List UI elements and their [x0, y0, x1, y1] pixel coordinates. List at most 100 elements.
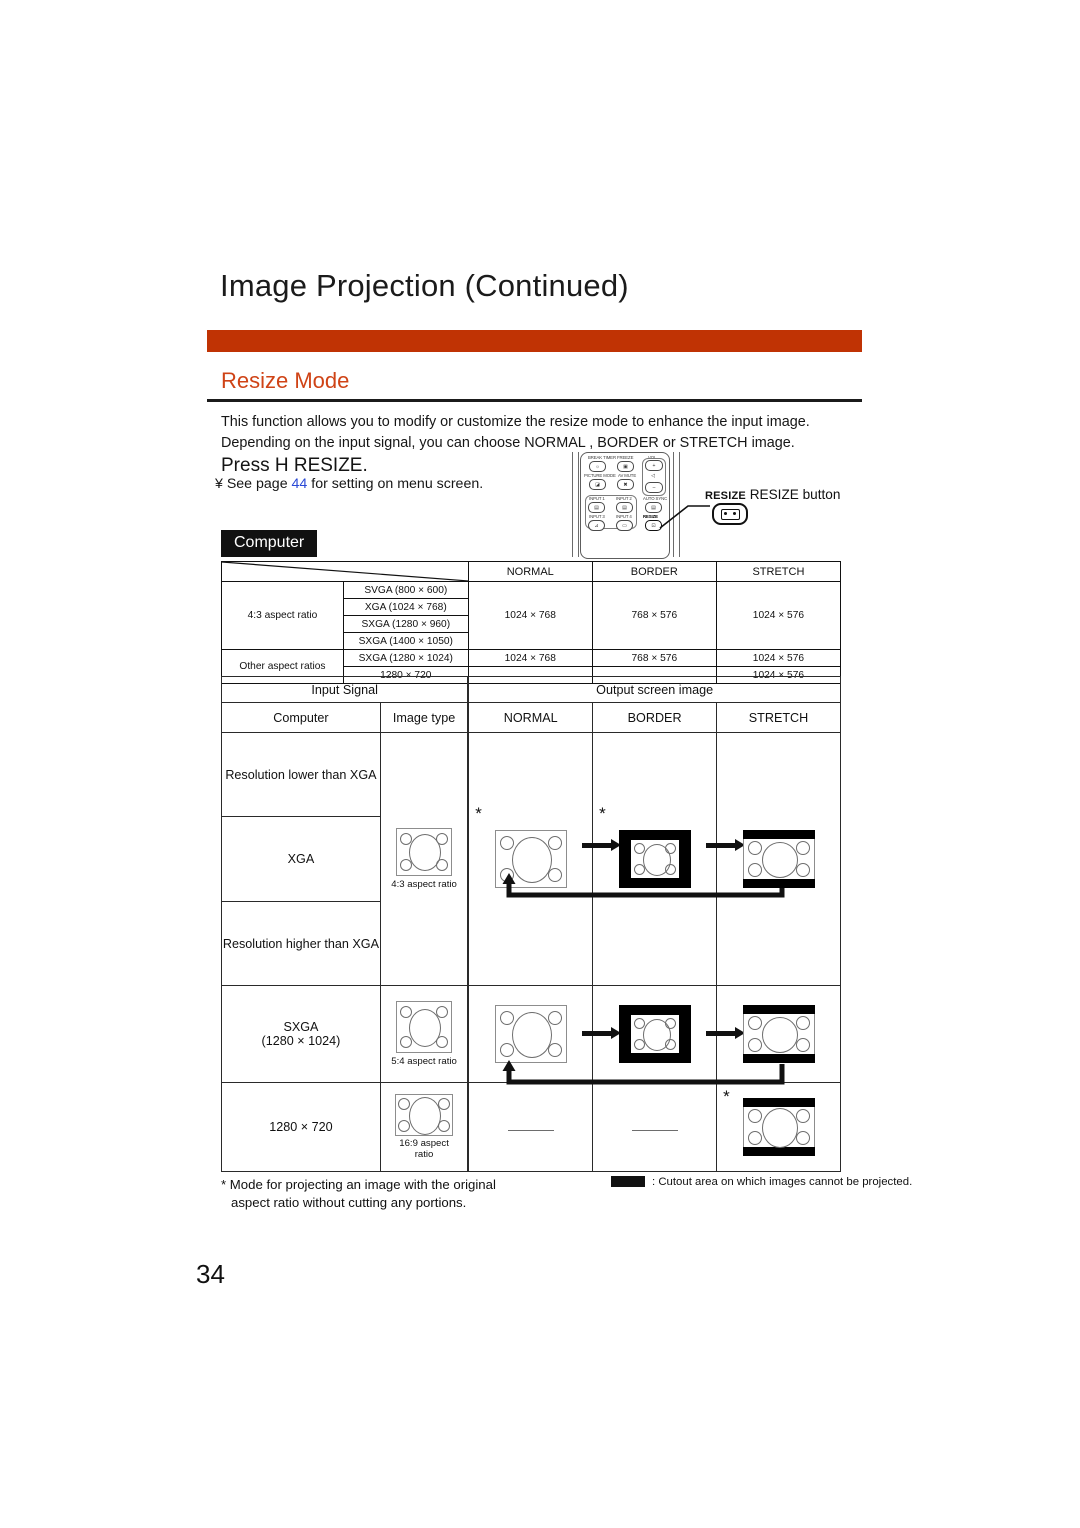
screen-corner-circle — [499, 1043, 514, 1057]
table1-stretch-43: 1024 × 576 — [715, 581, 842, 650]
remote-button-av-mute[interactable]: ✖ — [617, 479, 634, 490]
screen-corner-circle — [795, 841, 810, 855]
screen-corner-circle — [795, 1038, 810, 1052]
screen-corner-circle — [400, 833, 413, 845]
screen-corner-circle — [547, 1011, 562, 1025]
table2-image-type-169: 16:9 aspect ratio — [379, 1082, 469, 1172]
screen-corner-circle — [633, 843, 645, 854]
remote-label-av-mute: AV MUTE — [618, 473, 637, 478]
remote-label-resize: RESIZE — [643, 514, 658, 519]
remote-button-resize[interactable]: ⊡ — [645, 520, 662, 531]
screen-big-circle — [761, 1108, 798, 1148]
remote-button-auto-sync[interactable]: ▤ — [645, 502, 662, 513]
see-page-suffix: for setting on menu screen. — [307, 476, 484, 492]
remote-control-illustration: BREAK TIMER FREEZE VOL ☼ ▣ + ◁ – PICTURE… — [572, 452, 684, 559]
page-title: Image Projection (Continued) — [220, 268, 629, 303]
remote-label-input1: INPUT 1 — [589, 496, 605, 501]
sxga-label-line1: SXGA — [283, 1020, 319, 1034]
screen-corner-circle — [436, 833, 449, 845]
screen-corner-circle — [438, 1120, 451, 1132]
remote-button-input3[interactable]: ⊿ — [588, 520, 605, 531]
table1-header-border: BORDER — [591, 561, 717, 582]
screen-corner-circle — [400, 1036, 413, 1048]
remote-button-input1[interactable]: ▤ — [588, 502, 605, 513]
remote-button-volume-up[interactable]: + — [645, 460, 663, 471]
table1-corner-diagonal — [221, 561, 469, 582]
remote-button-picture-mode[interactable]: ◪ — [589, 479, 606, 490]
resize-button-callout-label: RESIZE RESIZE button — [705, 487, 840, 502]
table2-output-border-169 — [592, 1082, 718, 1172]
remote-button-break-timer[interactable]: ☼ — [589, 461, 606, 472]
table-row: Resolution lower than XGA 4:3 aspect rat… — [221, 732, 841, 986]
screen-corner-circle — [398, 1120, 411, 1132]
remote-right-rail — [673, 452, 680, 557]
table2-header-output-screen: Output screen image — [467, 676, 842, 703]
accent-bar — [207, 330, 862, 352]
table2-row-sxga: SXGA (1280 × 1024) — [221, 985, 381, 1083]
table-row: 4:3 aspect ratio SVGA (800 × 600) 1024 ×… — [221, 581, 842, 650]
table1-header-normal: NORMAL — [467, 561, 593, 582]
caption-43-aspect: 4:3 aspect ratio — [391, 879, 457, 890]
page-link-44[interactable]: 44 — [292, 476, 308, 492]
screen-corner-circle — [747, 863, 762, 877]
remote-button-input4[interactable]: ▭ — [616, 520, 633, 531]
page-number: 34 — [196, 1259, 225, 1289]
table2-row-res-lower: Resolution lower than XGA — [221, 732, 381, 817]
table2-col-normal: NORMAL — [467, 702, 594, 733]
cutout-bar-bottom — [742, 879, 815, 888]
table2-output-normal-43: * — [467, 732, 785, 986]
screen-corner-circle — [436, 1006, 449, 1018]
table2-output-border-43: * — [592, 732, 746, 986]
table1-signal-sxga1050: SXGA (1400 × 1050) — [342, 632, 469, 650]
cutout-bar-top — [742, 1005, 815, 1014]
screen-big-circle — [761, 842, 798, 878]
screen-icon-border-54 — [618, 1005, 691, 1063]
diagonal-line — [222, 562, 468, 581]
remote-label-freeze: FREEZE — [617, 455, 634, 460]
table1-normal-other-0: 1024 × 768 — [467, 649, 593, 667]
table-row: 1280 × 720 16:9 aspect ratio * — [221, 1082, 841, 1172]
table2-output-normal-54 — [467, 985, 785, 1085]
screen-icon-43 — [396, 828, 453, 876]
resize-glyph-icon — [720, 508, 740, 520]
screen-corner-circle — [747, 1131, 762, 1145]
sxga-label-line2: (1280 × 1024) — [261, 1034, 341, 1048]
table1-signal-sxga1024: SXGA (1280 × 1024) — [342, 649, 469, 667]
table2-col-computer: Computer — [221, 702, 381, 733]
see-page-prefix: ¥ See page — [215, 476, 292, 492]
asterisk-footnote-line2: aspect ratio without cutting any portion… — [231, 1195, 467, 1210]
screen-corner-circle — [547, 836, 562, 850]
screen-corner-circle — [664, 864, 676, 875]
caption-169-aspect-l1: 16:9 aspect — [399, 1138, 449, 1149]
screen-big-circle — [511, 1012, 552, 1058]
screen-icon-169 — [395, 1094, 454, 1136]
table2-image-type-43: 4:3 aspect ratio — [379, 732, 469, 986]
screen-corner-circle — [795, 1109, 810, 1123]
caption-169-aspect-l2: ratio — [414, 1149, 434, 1160]
table-row: Other aspect ratios SXGA (1280 × 1024) 1… — [221, 649, 842, 684]
remote-button-volume-down[interactable]: – — [645, 482, 663, 493]
screen-big-circle — [761, 1017, 798, 1053]
screen-corner-circle — [795, 863, 810, 877]
callout-resize-small: RESIZE — [705, 490, 746, 502]
screen-corner-circle — [664, 1018, 676, 1029]
screen-icon-stretch-169 — [742, 1098, 815, 1156]
remote-label-input3: INPUT 3 — [589, 514, 605, 519]
cutout-swatch-icon — [611, 1176, 645, 1188]
resize-button-callout-icon — [712, 503, 748, 525]
section-divider — [207, 399, 862, 402]
asterisk-marker: * — [599, 804, 606, 823]
table2-output-border-54 — [592, 985, 746, 1083]
screen-corner-circle — [438, 1098, 451, 1110]
table2-header-input-signal: Input Signal — [221, 676, 469, 703]
table1-border-43: 768 × 576 — [591, 581, 717, 650]
table1-group-43: 4:3 aspect ratio — [221, 581, 344, 650]
table1-normal-43: 1024 × 768 — [467, 581, 593, 650]
screen-corner-circle — [398, 1098, 411, 1110]
remote-button-freeze[interactable]: ▣ — [617, 461, 634, 472]
screen-corner-circle — [747, 1038, 762, 1052]
remote-button-input2[interactable]: ▤ — [616, 502, 633, 513]
remote-left-rail — [572, 452, 579, 557]
screen-corner-circle — [633, 1039, 645, 1050]
asterisk-footnote-line1: * Mode for projecting an image with the … — [221, 1177, 496, 1192]
